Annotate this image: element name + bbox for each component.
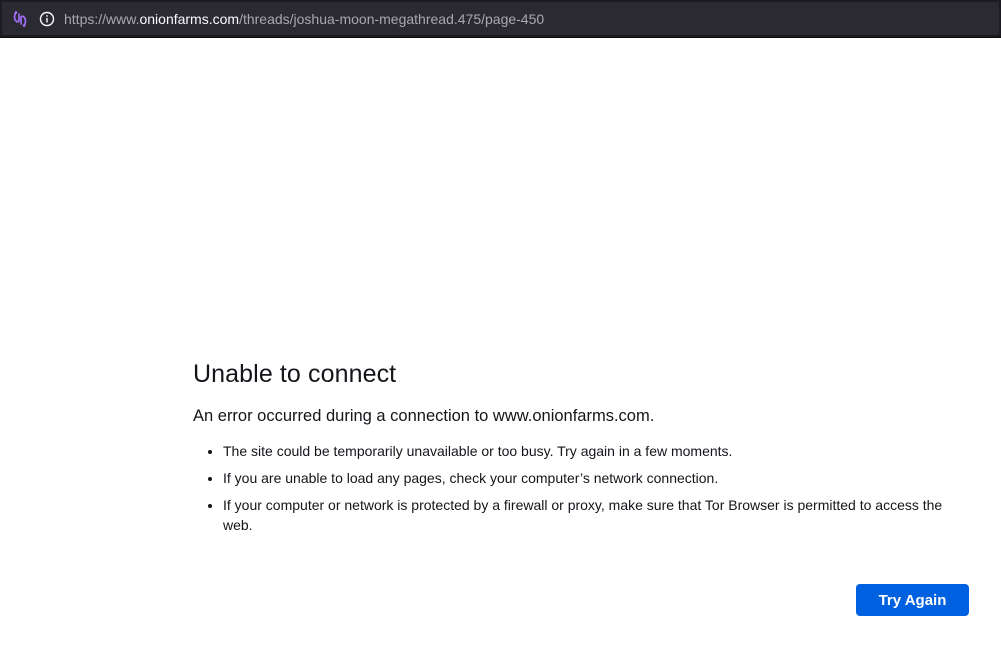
url-domain: onionfarms.com: [139, 11, 240, 27]
list-item: If your computer or network is protected…: [223, 495, 973, 535]
address-bar: https://www.onionfarms.com/threads/joshu…: [0, 0, 1001, 38]
error-container: Unable to connect An error occurred duri…: [193, 356, 973, 542]
info-icon[interactable]: [39, 11, 55, 27]
url-prefix: https://www.: [64, 11, 140, 27]
list-item: The site could be temporarily unavailabl…: [223, 441, 973, 461]
url-path: /threads/joshua-moon-megathread.475/page…: [239, 11, 545, 27]
error-title: Unable to connect: [193, 360, 397, 388]
url-field[interactable]: https://www.onionfarms.com/threads/joshu…: [2, 2, 999, 35]
list-item: If you are unable to load any pages, che…: [223, 468, 973, 488]
error-reasons-list: The site could be temporarily unavailabl…: [193, 441, 973, 535]
url-text[interactable]: https://www.onionfarms.com/threads/joshu…: [64, 10, 544, 28]
error-description: An error occurred during a connection to…: [193, 407, 655, 425]
tor-circuit-icon[interactable]: [11, 10, 29, 28]
try-again-button[interactable]: Try Again: [856, 584, 969, 616]
button-container: Try Again: [856, 584, 969, 616]
